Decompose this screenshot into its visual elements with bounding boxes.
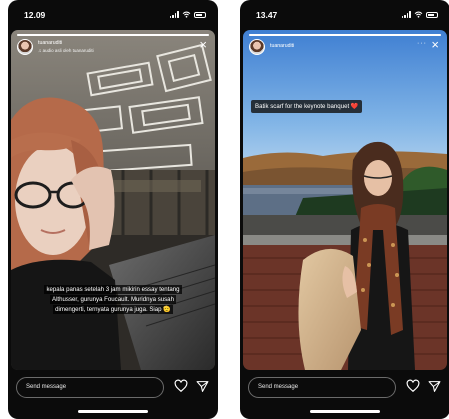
signal-icon	[169, 11, 179, 18]
story-photo-library-selfie	[11, 30, 215, 370]
status-icons	[169, 11, 206, 18]
status-bar: 13.47	[240, 0, 449, 32]
wifi-icon	[414, 11, 423, 18]
battery-icon	[194, 11, 206, 18]
story-audio-attribution[interactable]: ♫ audio asli oleh tuanaruditi	[38, 48, 94, 53]
story-header: tuanaruditi ♫ audio asli oleh tuanarudit…	[17, 38, 209, 57]
story-card[interactable]: tuanaruditi ♫ audio asli oleh tuanarudit…	[11, 30, 215, 370]
story-card[interactable]: tuanaruditi ··· × Batik scarf for the ke…	[243, 30, 447, 370]
story-header: tuanaruditi ··· ×	[249, 38, 441, 57]
avatar[interactable]	[249, 39, 265, 55]
heart-icon[interactable]	[406, 379, 420, 393]
phone-screen-2: 13.47 tuanaruditi ··· × Batik scarf for …	[240, 0, 449, 419]
signal-icon	[401, 11, 411, 18]
battery-icon	[426, 11, 438, 18]
send-message-input[interactable]: Send message	[16, 377, 164, 398]
story-caption: kepala panas setelah 3 jam mikirin essay…	[11, 285, 215, 315]
send-icon[interactable]	[196, 380, 209, 393]
close-icon[interactable]: ×	[199, 38, 207, 51]
status-time: 12.09	[24, 10, 46, 20]
story-caption: Batik scarf for the keynote banquet ❤️	[251, 100, 363, 113]
wifi-icon	[182, 11, 191, 18]
story-username[interactable]: tuanaruditi	[38, 40, 62, 46]
story-photo-lakeside-portrait	[243, 30, 447, 370]
status-bar: 12.09	[8, 0, 218, 32]
caption-line: dimengerti, ternyata gurunya juga. Siap …	[53, 305, 173, 315]
heart-icon[interactable]	[174, 379, 188, 393]
status-icons	[401, 11, 438, 18]
caption-line: Althusser, gurunya Foucault. Muridnya su…	[50, 295, 176, 305]
home-indicator	[78, 410, 148, 413]
caption-line: kepala panas setelah 3 jam mikirin essay…	[44, 285, 182, 294]
more-icon[interactable]: ···	[417, 40, 427, 47]
phone-screen-1: 12.09 tuanaruditi ♫ audio asli oleh tuan…	[8, 0, 218, 419]
home-indicator	[310, 410, 380, 413]
close-icon[interactable]: ×	[431, 38, 439, 51]
avatar[interactable]	[17, 39, 33, 55]
status-time: 13.47	[256, 10, 278, 20]
reply-bar: Send message	[8, 376, 218, 400]
reply-bar: Send message	[240, 376, 449, 400]
story-username[interactable]: tuanaruditi	[270, 43, 294, 49]
story-progress-bar	[249, 34, 441, 36]
send-message-input[interactable]: Send message	[248, 377, 396, 398]
story-progress-bar	[17, 34, 209, 36]
send-icon[interactable]	[428, 380, 441, 393]
caption-line: Batik scarf for the keynote banquet ❤️	[251, 100, 363, 113]
